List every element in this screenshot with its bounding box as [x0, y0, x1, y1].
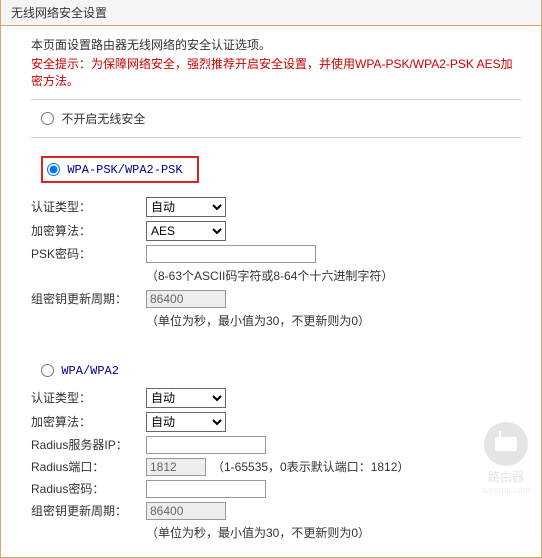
divider [31, 137, 521, 138]
watermark-url: luyouqi.com [482, 485, 530, 495]
panel-content: 本页面设置路由器无线网络的安全认证选项。 安全提示：为保障网络安全，强烈推荐开启… [1, 26, 541, 557]
wpa-groupkey-row: 组密钥更新周期： [31, 502, 521, 520]
divider [31, 99, 521, 100]
radius-ip-label: Radius服务器IP： [31, 436, 146, 453]
wpa-auth-type-label: 认证类型： [31, 389, 146, 406]
psk-auth-type-label: 认证类型： [31, 198, 146, 215]
radius-port-input[interactable] [146, 458, 206, 476]
psk-password-input[interactable] [146, 245, 316, 263]
radio-no-security-row: 不开启无线安全 [41, 110, 521, 127]
radio-no-security[interactable] [41, 112, 54, 125]
psk-auth-type-row: 认证类型： 自动 [31, 197, 521, 217]
psk-groupkey-input[interactable] [146, 290, 226, 308]
settings-panel: 无线网络安全设置 本页面设置路由器无线网络的安全认证选项。 安全提示：为保障网络… [0, 0, 542, 558]
panel-title: 无线网络安全设置 [1, 0, 541, 26]
psk-password-hint: （8-63个ASCII码字符或8-64个十六进制字符） [146, 267, 521, 284]
wpa-cipher-select[interactable]: 自动 [146, 412, 226, 432]
radius-port-label: Radius端口： [31, 458, 146, 475]
psk-cipher-label: 加密算法： [31, 222, 146, 239]
psk-groupkey-row: 组密钥更新周期： [31, 290, 521, 308]
radio-wpa-psk-label: WPA-PSK/WPA2-PSK [67, 163, 182, 177]
psk-cipher-select[interactable]: AES [146, 221, 226, 241]
wpa-groupkey-hint: （单位为秒，最小值为30，不更新则为0） [146, 524, 521, 541]
psk-password-label: PSK密码： [31, 245, 146, 262]
psk-password-row: PSK密码： [31, 245, 521, 263]
radius-pw-label: Radius密码： [31, 480, 146, 497]
radio-wpa[interactable] [41, 364, 54, 377]
wpa-auth-type-select[interactable]: 自动 [146, 388, 226, 408]
radio-wpa-psk[interactable] [47, 163, 60, 176]
psk-cipher-row: 加密算法： AES [31, 221, 521, 241]
intro-text: 本页面设置路由器无线网络的安全认证选项。 [31, 36, 521, 53]
wpa-groupkey-label: 组密钥更新周期： [31, 502, 146, 519]
radius-port-row: Radius端口： （1-65535，0表示默认端口：1812） [31, 458, 521, 476]
radius-ip-input[interactable] [146, 436, 266, 454]
wpa-cipher-row: 加密算法： 自动 [31, 412, 521, 432]
wpa-cipher-label: 加密算法： [31, 413, 146, 430]
router-icon [484, 422, 528, 466]
psk-groupkey-label: 组密钥更新周期： [31, 290, 146, 307]
radio-wpa-row: WPA/WPA2 [41, 363, 521, 378]
radius-pw-input[interactable] [146, 480, 266, 498]
watermark-text: 路由器 [482, 468, 530, 485]
psk-auth-type-select[interactable]: 自动 [146, 197, 226, 217]
radio-wpa-label: WPA/WPA2 [61, 364, 119, 378]
security-warning: 安全提示：为保障网络安全，强烈推荐开启安全设置，并使用WPA-PSK/WPA2-… [31, 55, 521, 89]
radio-no-security-label: 不开启无线安全 [61, 112, 145, 126]
watermark: 路由器 luyouqi.com [482, 422, 530, 495]
radio-wpa-psk-row: WPA-PSK/WPA2-PSK [41, 156, 199, 183]
radius-port-hint: （1-65535，0表示默认端口：1812） [212, 458, 409, 475]
wpa-auth-type-row: 认证类型： 自动 [31, 388, 521, 408]
psk-groupkey-hint: （单位为秒，最小值为30，不更新则为0） [146, 312, 521, 329]
radius-ip-row: Radius服务器IP： [31, 436, 521, 454]
wpa-groupkey-input[interactable] [146, 502, 226, 520]
radius-pw-row: Radius密码： [31, 480, 521, 498]
